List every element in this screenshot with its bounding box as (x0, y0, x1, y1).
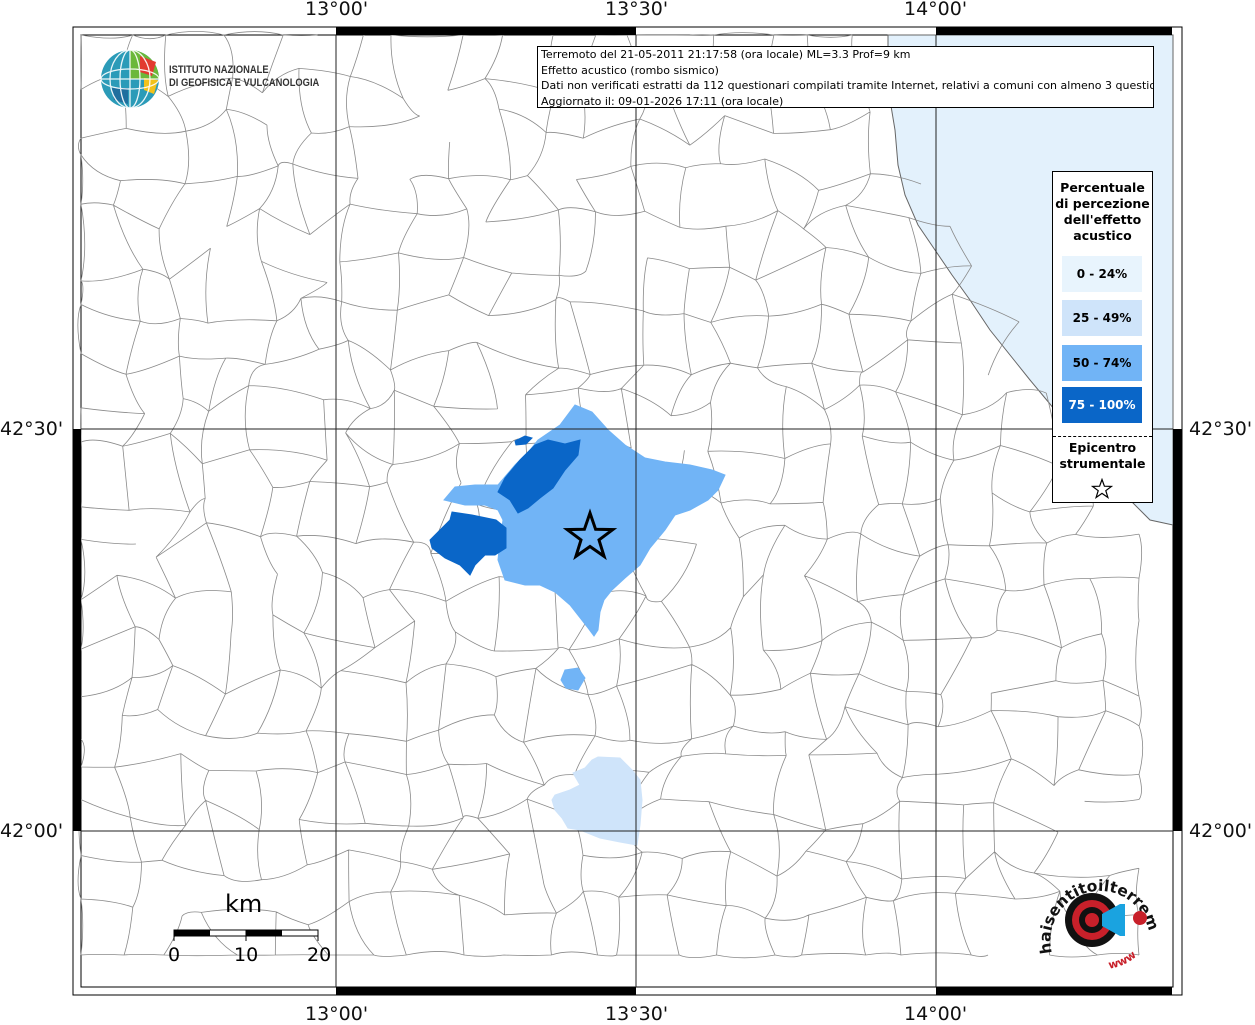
ingv-name-line2: DI GEOFISICA E VULCANOLOGIA (169, 77, 320, 89)
ingv-globe-logo (100, 49, 160, 109)
scale-bar: km 0 10 20 (168, 890, 340, 970)
legend-title: Percentuale di percezione dell'effetto a… (1053, 180, 1152, 244)
lat-tick-left-2: 42°00' (0, 820, 64, 842)
lon-tick-top-3: 14°00' (904, 0, 968, 20)
lon-tick-bottom-2: 13°30' (605, 1003, 669, 1025)
haisentito-logo: haisentitoilterremoto.it www (1030, 858, 1163, 972)
info-updated-line: Aggiornato il: 09-01-2026 17:11 (ora loc… (541, 94, 784, 108)
scale-unit: km (225, 890, 263, 918)
scale-bar-ruler (173, 929, 319, 941)
lon-tick-bottom-1: 13°00' (305, 1003, 369, 1025)
legend-title-line1: Percentuale (1060, 180, 1145, 195)
ingv-name: ISTITUTO NAZIONALE DI GEOFISICA E VULCAN… (169, 64, 319, 90)
legend-epicenter-line2: strumentale (1059, 456, 1146, 471)
legend-title-line4: acustico (1073, 228, 1132, 243)
scale-label-10: 10 (234, 944, 259, 966)
lon-tick-bottom-3: 14°00' (904, 1003, 968, 1025)
info-effect-line: Effetto acustico (rombo sismico) (541, 63, 719, 77)
earthquake-info-box: Terremoto del 21-05-2011 21:17:58 (ora l… (537, 46, 1154, 108)
info-event-line: Terremoto del 21-05-2011 21:17:58 (ora l… (541, 48, 911, 61)
legend-swatch-75-100: 75 - 100% (1062, 387, 1142, 423)
legend-star-icon (1091, 478, 1113, 499)
legend-title-line3: dell'effetto (1063, 212, 1142, 227)
legend-separator (1053, 436, 1152, 437)
scale-label-0: 0 (168, 944, 181, 966)
legend-epicenter-label: Epicentro strumentale (1053, 440, 1152, 472)
lat-tick-right-1: 42°30' (1189, 418, 1253, 440)
legend-swatch-25-49: 25 - 49% (1062, 300, 1142, 336)
haisentito-www-text: www (1107, 948, 1138, 971)
legend-swatch-0-24: 0 - 24% (1062, 256, 1142, 292)
legend-epicenter-line1: Epicentro (1068, 440, 1137, 455)
info-data-line: Dati non verificati estratti da 112 ques… (541, 79, 1153, 92)
legend-swatch-50-74: 50 - 74% (1062, 345, 1142, 381)
lat-tick-left-1: 42°30' (0, 418, 64, 440)
lon-tick-top-2: 13°30' (605, 0, 669, 20)
legend-title-line2: di percezione (1055, 196, 1150, 211)
legend-panel: Percentuale di percezione dell'effetto a… (1052, 171, 1153, 503)
lon-tick-top-1: 13°00' (305, 0, 369, 20)
scale-label-20: 20 (307, 944, 332, 966)
lat-tick-right-2: 42°00' (1189, 820, 1253, 842)
ingv-name-line1: ISTITUTO NAZIONALE (169, 64, 269, 76)
